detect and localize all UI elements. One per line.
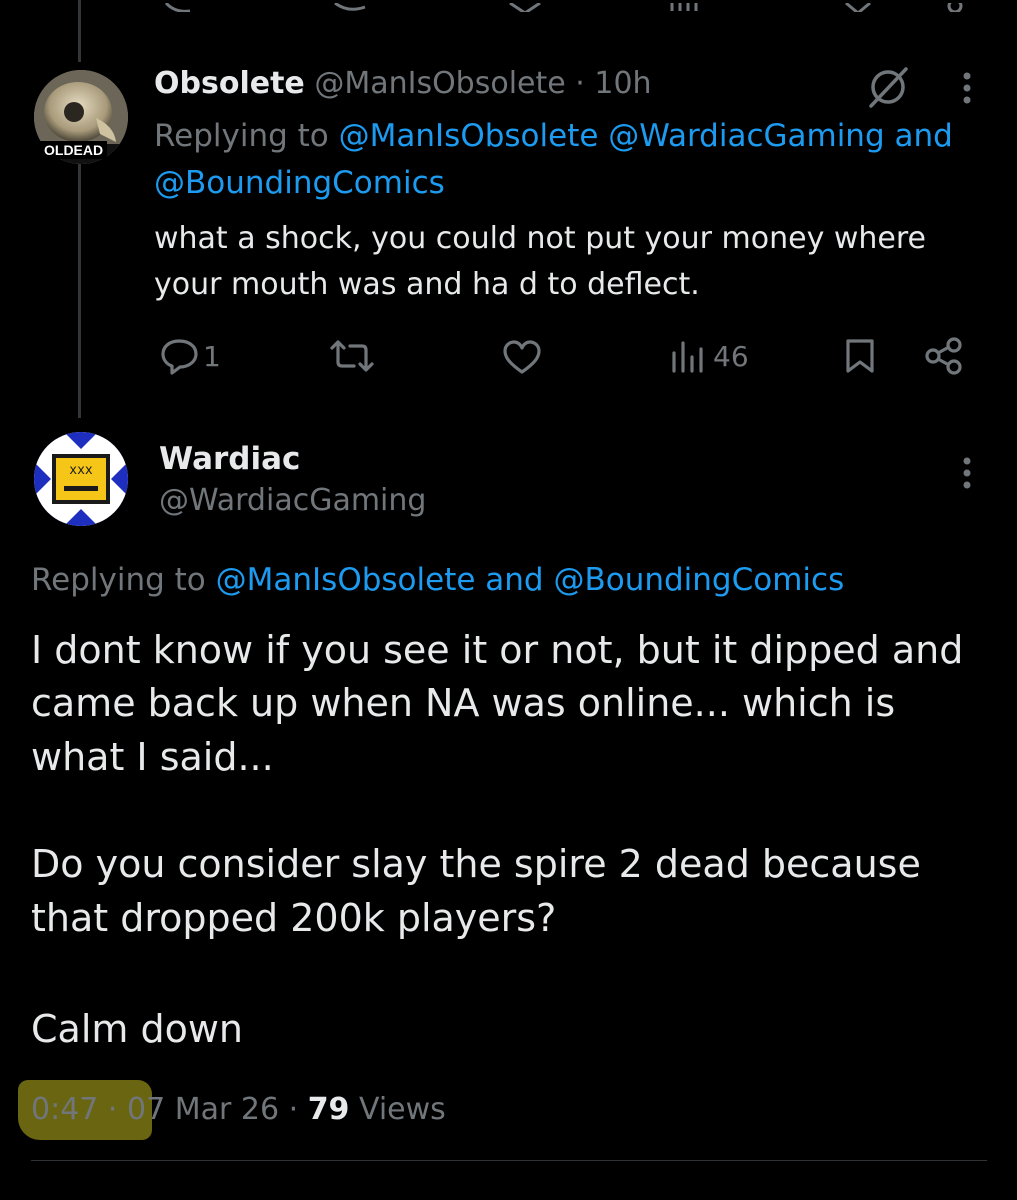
reply-count: 1 xyxy=(203,340,221,373)
main-replying-to: Replying to @ManIsObsolete and @Bounding… xyxy=(31,560,844,600)
views-label: Views xyxy=(358,1092,446,1127)
reply-tweet-body-line2: your mouth was and ha d to deflect. xyxy=(154,267,700,302)
retweet-icon[interactable] xyxy=(328,338,376,374)
main-body-line2: came back up when NA was online... which… xyxy=(31,681,896,725)
main-more-options-icon[interactable] xyxy=(960,457,974,491)
replying-handles[interactable]: @ManIsObsolete @WardiacGaming and xyxy=(339,118,953,154)
main-body-line3: what I said... xyxy=(31,735,274,779)
previous-tweet-actions xyxy=(0,0,1017,12)
date-separator: · xyxy=(288,1092,299,1127)
reply-tweet-body-line1: what a shock, you could not put your mon… xyxy=(154,221,927,256)
reply-icon[interactable] xyxy=(160,337,200,375)
share-icon[interactable] xyxy=(923,336,965,376)
main-body-line1: I dont know if you see it or not, but it… xyxy=(31,628,964,672)
header-separator: · xyxy=(575,66,585,101)
main-body-line6: Calm down xyxy=(31,1007,244,1051)
cropped-action-icons xyxy=(164,0,963,12)
main-body-line4: Do you consider slay the spire 2 dead be… xyxy=(31,842,921,886)
main-replying-prefix: Replying to xyxy=(31,562,206,598)
reply-tweet-header: Obsolete @ManIsObsolete · 10h xyxy=(154,66,652,102)
svg-text:xxx: xxx xyxy=(69,463,93,478)
main-body-line5: that dropped 200k players? xyxy=(31,896,557,940)
tweet-time[interactable]: 0:47 xyxy=(31,1092,98,1127)
replying-prefix: Replying to xyxy=(154,118,329,154)
main-author-name[interactable]: Wardiac xyxy=(159,441,300,477)
thread-line-top xyxy=(78,0,81,62)
pixel-face-avatar-image: xxx xyxy=(34,432,128,526)
time-separator: · xyxy=(107,1092,118,1127)
bookmark-icon[interactable] xyxy=(844,337,876,375)
tweet-date[interactable]: 07 Mar 26 xyxy=(127,1092,279,1127)
views-icon[interactable] xyxy=(670,339,706,373)
tweet-age[interactable]: 10h xyxy=(594,66,651,101)
timestamp-row: 0:47 · 07 Mar 26 · 79 Views xyxy=(31,1090,446,1130)
more-options-icon[interactable] xyxy=(960,72,974,106)
main-author-handle[interactable]: @WardiacGaming xyxy=(159,483,426,519)
grok-icon[interactable] xyxy=(866,66,912,108)
main-replying-handles[interactable]: @ManIsObsolete and @BoundingComics xyxy=(216,562,845,598)
divider xyxy=(31,1160,987,1161)
views-count: 46 xyxy=(713,340,749,373)
like-icon[interactable] xyxy=(501,338,543,376)
thread-line-bottom xyxy=(78,150,81,418)
replying-to-continued[interactable]: @BoundingComics xyxy=(154,163,445,203)
avatar-caption: OLDEAD xyxy=(40,141,108,159)
views-number[interactable]: 79 xyxy=(308,1092,350,1127)
author-handle[interactable]: @ManIsObsolete xyxy=(314,66,565,101)
author-name[interactable]: Obsolete xyxy=(154,66,305,101)
main-tweet-avatar[interactable]: xxx xyxy=(34,432,128,526)
replying-to: Replying to @ManIsObsolete @WardiacGamin… xyxy=(154,116,953,156)
